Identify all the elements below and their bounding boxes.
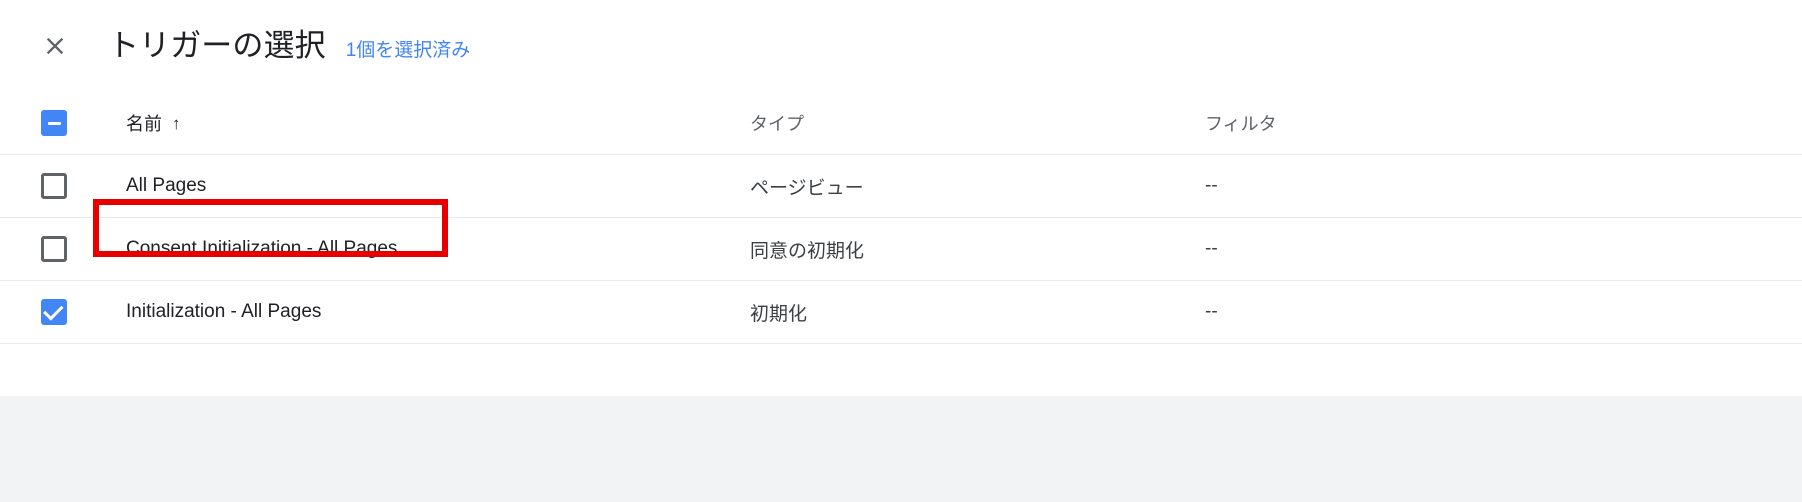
dialog-title-group: トリガーの選択 1個を選択済み [108, 30, 470, 62]
table-row[interactable]: Consent Initialization - All Pages 同意の初期… [0, 218, 1802, 281]
row-checkbox-cell [0, 236, 110, 262]
trigger-name: Initialization - All Pages [126, 301, 322, 322]
row-type-cell: 同意の初期化 [735, 236, 1180, 263]
sort-ascending-icon: ↑ [172, 113, 181, 133]
row-checkbox[interactable] [41, 236, 67, 262]
row-type-cell: 初期化 [735, 299, 1180, 326]
triggers-table: 名前 ↑ タイプ フィルタ All Pages ページビュー -- Consen… [0, 92, 1802, 344]
close-button[interactable] [31, 22, 79, 70]
table-header-row: 名前 ↑ タイプ フィルタ [0, 92, 1802, 155]
table-row[interactable]: All Pages ページビュー -- [0, 155, 1802, 218]
close-icon [41, 32, 69, 60]
row-checkbox-cell [0, 173, 110, 199]
select-all-cell [0, 110, 110, 136]
trigger-type: 同意の初期化 [750, 240, 865, 262]
trigger-filter: -- [1205, 238, 1218, 259]
row-name-cell: Consent Initialization - All Pages [110, 238, 735, 260]
selected-count-label[interactable]: 1個を選択済み [346, 35, 471, 62]
trigger-filter: -- [1205, 175, 1218, 196]
indeterminate-dash-icon [47, 121, 61, 125]
row-checkbox[interactable] [41, 173, 67, 199]
page-title: トリガーの選択 [108, 28, 326, 63]
row-name-cell: Initialization - All Pages [110, 301, 735, 323]
column-header-name-label: 名前 [126, 114, 162, 134]
row-type-cell: ページビュー [735, 173, 1180, 200]
trigger-name: All Pages [126, 175, 207, 196]
trigger-type: ページビュー [750, 177, 864, 199]
column-header-filter-label: フィルタ [1205, 114, 1277, 134]
row-name-cell: All Pages [110, 175, 735, 197]
row-filter-cell: -- [1180, 238, 1802, 260]
row-checkbox[interactable] [41, 299, 67, 325]
trigger-selection-dialog: トリガーの選択 1個を選択済み 名前 ↑ タイプ フィルタ All Pages … [0, 0, 1802, 502]
trigger-type: 初期化 [750, 303, 808, 325]
dialog-header: トリガーの選択 1個を選択済み [0, 0, 1802, 92]
row-filter-cell: -- [1180, 175, 1802, 197]
checkmark-icon [43, 299, 64, 321]
row-filter-cell: -- [1180, 301, 1802, 323]
column-header-name[interactable]: 名前 ↑ [110, 110, 735, 136]
select-all-checkbox[interactable] [41, 110, 67, 136]
column-header-type-label: タイプ [750, 114, 804, 134]
trigger-filter: -- [1205, 301, 1218, 322]
column-header-type[interactable]: タイプ [735, 110, 1180, 136]
table-row[interactable]: Initialization - All Pages 初期化 -- [0, 281, 1802, 344]
trigger-name: Consent Initialization - All Pages [126, 238, 398, 259]
row-checkbox-cell [0, 299, 110, 325]
column-header-filter[interactable]: フィルタ [1180, 110, 1802, 136]
